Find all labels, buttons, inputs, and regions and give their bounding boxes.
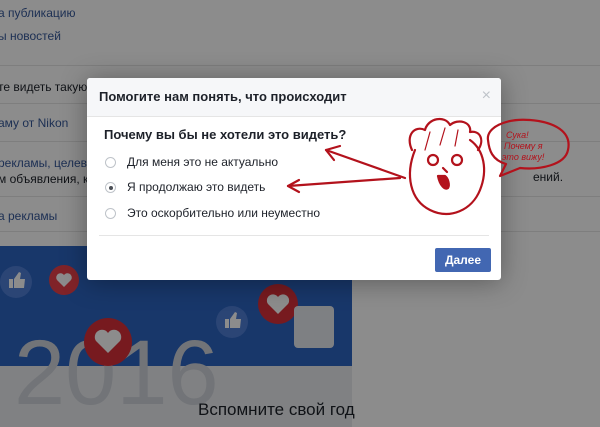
arrow-to-option [286,176,402,188]
speech-text: Сука! Почему я это вижу! [502,130,545,162]
doodle-annotation: Сука! Почему я это вижу! [286,117,570,215]
arrow-to-question [324,148,407,180]
